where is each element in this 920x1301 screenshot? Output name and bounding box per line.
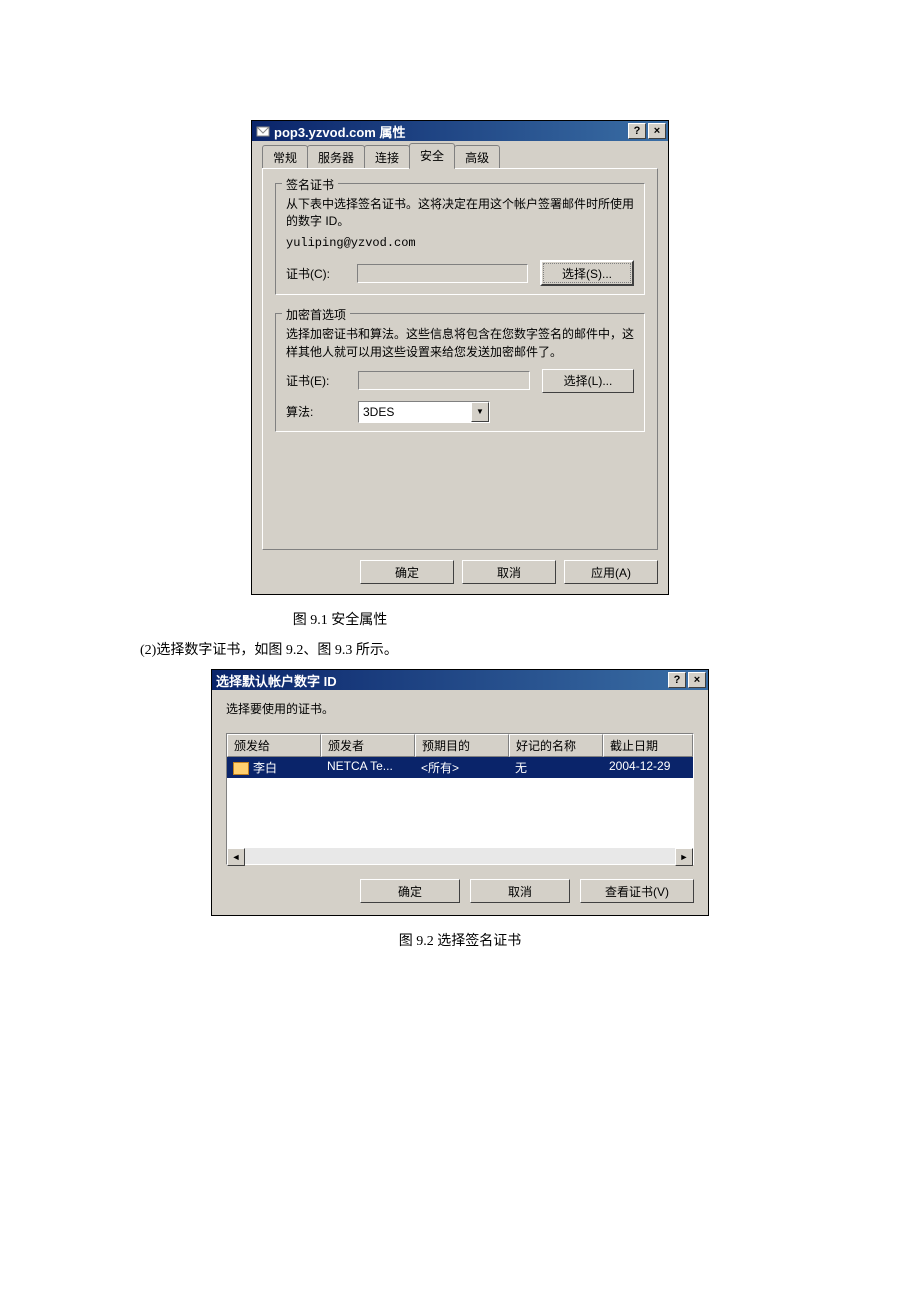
ok-button-2[interactable]: 确定: [360, 879, 460, 903]
cell-issued-to: 李白: [227, 757, 321, 778]
signing-cert-legend: 签名证书: [282, 176, 338, 193]
close-button[interactable]: ×: [648, 123, 666, 139]
body-text-step2: (2)选择数字证书，如图 9.2、图 9.3 所示。: [140, 639, 920, 659]
algorithm-value: 3DES: [359, 405, 471, 419]
signing-cert-desc: 从下表中选择签名证书。这将决定在用这个帐户签署邮件时所使用的数字 ID。: [286, 196, 634, 231]
certificate-list[interactable]: 颁发给 颁发者 预期目的 好记的名称 截止日期 李白 NETCA Te... <…: [226, 733, 694, 865]
tab-strip: 常规 服务器 连接 安全 高级: [262, 147, 658, 169]
col-issuer[interactable]: 颁发者: [321, 734, 415, 757]
ok-button[interactable]: 确定: [360, 560, 454, 584]
help-button[interactable]: ?: [628, 123, 646, 139]
select-cert-prompt: 选择要使用的证书。: [226, 700, 694, 717]
dialog-title: pop3.yzvod.com 属性: [274, 122, 626, 141]
cell-friendly: 无: [509, 757, 603, 778]
app-icon: [256, 124, 270, 138]
tab-panel-security: 签名证书 从下表中选择签名证书。这将决定在用这个帐户签署邮件时所使用的数字 ID…: [262, 168, 658, 550]
chevron-down-icon: ▼: [471, 402, 489, 422]
tab-advanced[interactable]: 高级: [454, 145, 500, 169]
apply-button[interactable]: 应用(A): [564, 560, 658, 584]
cell-purpose: <所有>: [415, 757, 509, 778]
properties-dialog: pop3.yzvod.com 属性 ? × 常规 服务器 连接 安全 高级: [251, 120, 669, 595]
algorithm-select[interactable]: 3DES ▼: [358, 401, 490, 423]
account-email: yuliping@yzvod.com: [286, 235, 634, 252]
signing-cert-field: [357, 264, 528, 283]
tab-servers[interactable]: 服务器: [307, 145, 365, 169]
title-bar-2: 选择默认帐户数字 ID ? ×: [212, 670, 708, 690]
scroll-right-icon[interactable]: ►: [675, 848, 693, 866]
help-button-2[interactable]: ?: [668, 672, 686, 688]
cancel-button-2[interactable]: 取消: [470, 879, 570, 903]
tab-security[interactable]: 安全: [409, 143, 455, 169]
close-button-2[interactable]: ×: [688, 672, 706, 688]
encrypt-select-button[interactable]: 选择(L)...: [542, 369, 634, 393]
dialog-title-2: 选择默认帐户数字 ID: [216, 671, 666, 690]
cell-expiry: 2004-12-29: [603, 757, 693, 778]
table-row[interactable]: 李白 NETCA Te... <所有> 无 2004-12-29: [227, 757, 693, 778]
figure-caption-2: 图 9.2 选择签名证书: [0, 930, 920, 950]
col-friendly[interactable]: 好记的名称: [509, 734, 603, 757]
view-cert-button[interactable]: 查看证书(V): [580, 879, 694, 903]
encrypt-pref-group: 加密首选项 选择加密证书和算法。这些信息将包含在您数字签名的邮件中，这样其他人就…: [275, 313, 645, 432]
title-bar: pop3.yzvod.com 属性 ? ×: [252, 121, 668, 141]
encrypt-cert-label: 证书(E):: [286, 372, 358, 389]
encrypt-pref-desc: 选择加密证书和算法。这些信息将包含在您数字签名的邮件中，这样其他人就可以用这些设…: [286, 326, 634, 361]
tab-general[interactable]: 常规: [262, 145, 308, 169]
select-digitalid-dialog: 选择默认帐户数字 ID ? × 选择要使用的证书。 颁发给 颁发者 预期目的 好…: [211, 669, 709, 916]
signing-select-button[interactable]: 选择(S)...: [540, 260, 634, 286]
cancel-button[interactable]: 取消: [462, 560, 556, 584]
col-expiry[interactable]: 截止日期: [603, 734, 693, 757]
algorithm-label: 算法:: [286, 403, 358, 420]
figure-caption-1: 图 9.1 安全属性: [0, 609, 920, 629]
signing-cert-label: 证书(C):: [286, 265, 357, 282]
signing-cert-group: 签名证书 从下表中选择签名证书。这将决定在用这个帐户签署邮件时所使用的数字 ID…: [275, 183, 645, 295]
cert-icon: [233, 762, 249, 775]
scroll-left-icon[interactable]: ◄: [227, 848, 245, 866]
col-issued-to[interactable]: 颁发给: [227, 734, 321, 757]
encrypt-cert-field: [358, 371, 530, 390]
cell-issuer: NETCA Te...: [321, 757, 415, 778]
encrypt-pref-legend: 加密首选项: [282, 306, 350, 323]
horizontal-scrollbar[interactable]: ◄ ►: [227, 848, 693, 864]
col-purpose[interactable]: 预期目的: [415, 734, 509, 757]
list-header-row: 颁发给 颁发者 预期目的 好记的名称 截止日期: [227, 734, 693, 757]
tab-connection[interactable]: 连接: [364, 145, 410, 169]
